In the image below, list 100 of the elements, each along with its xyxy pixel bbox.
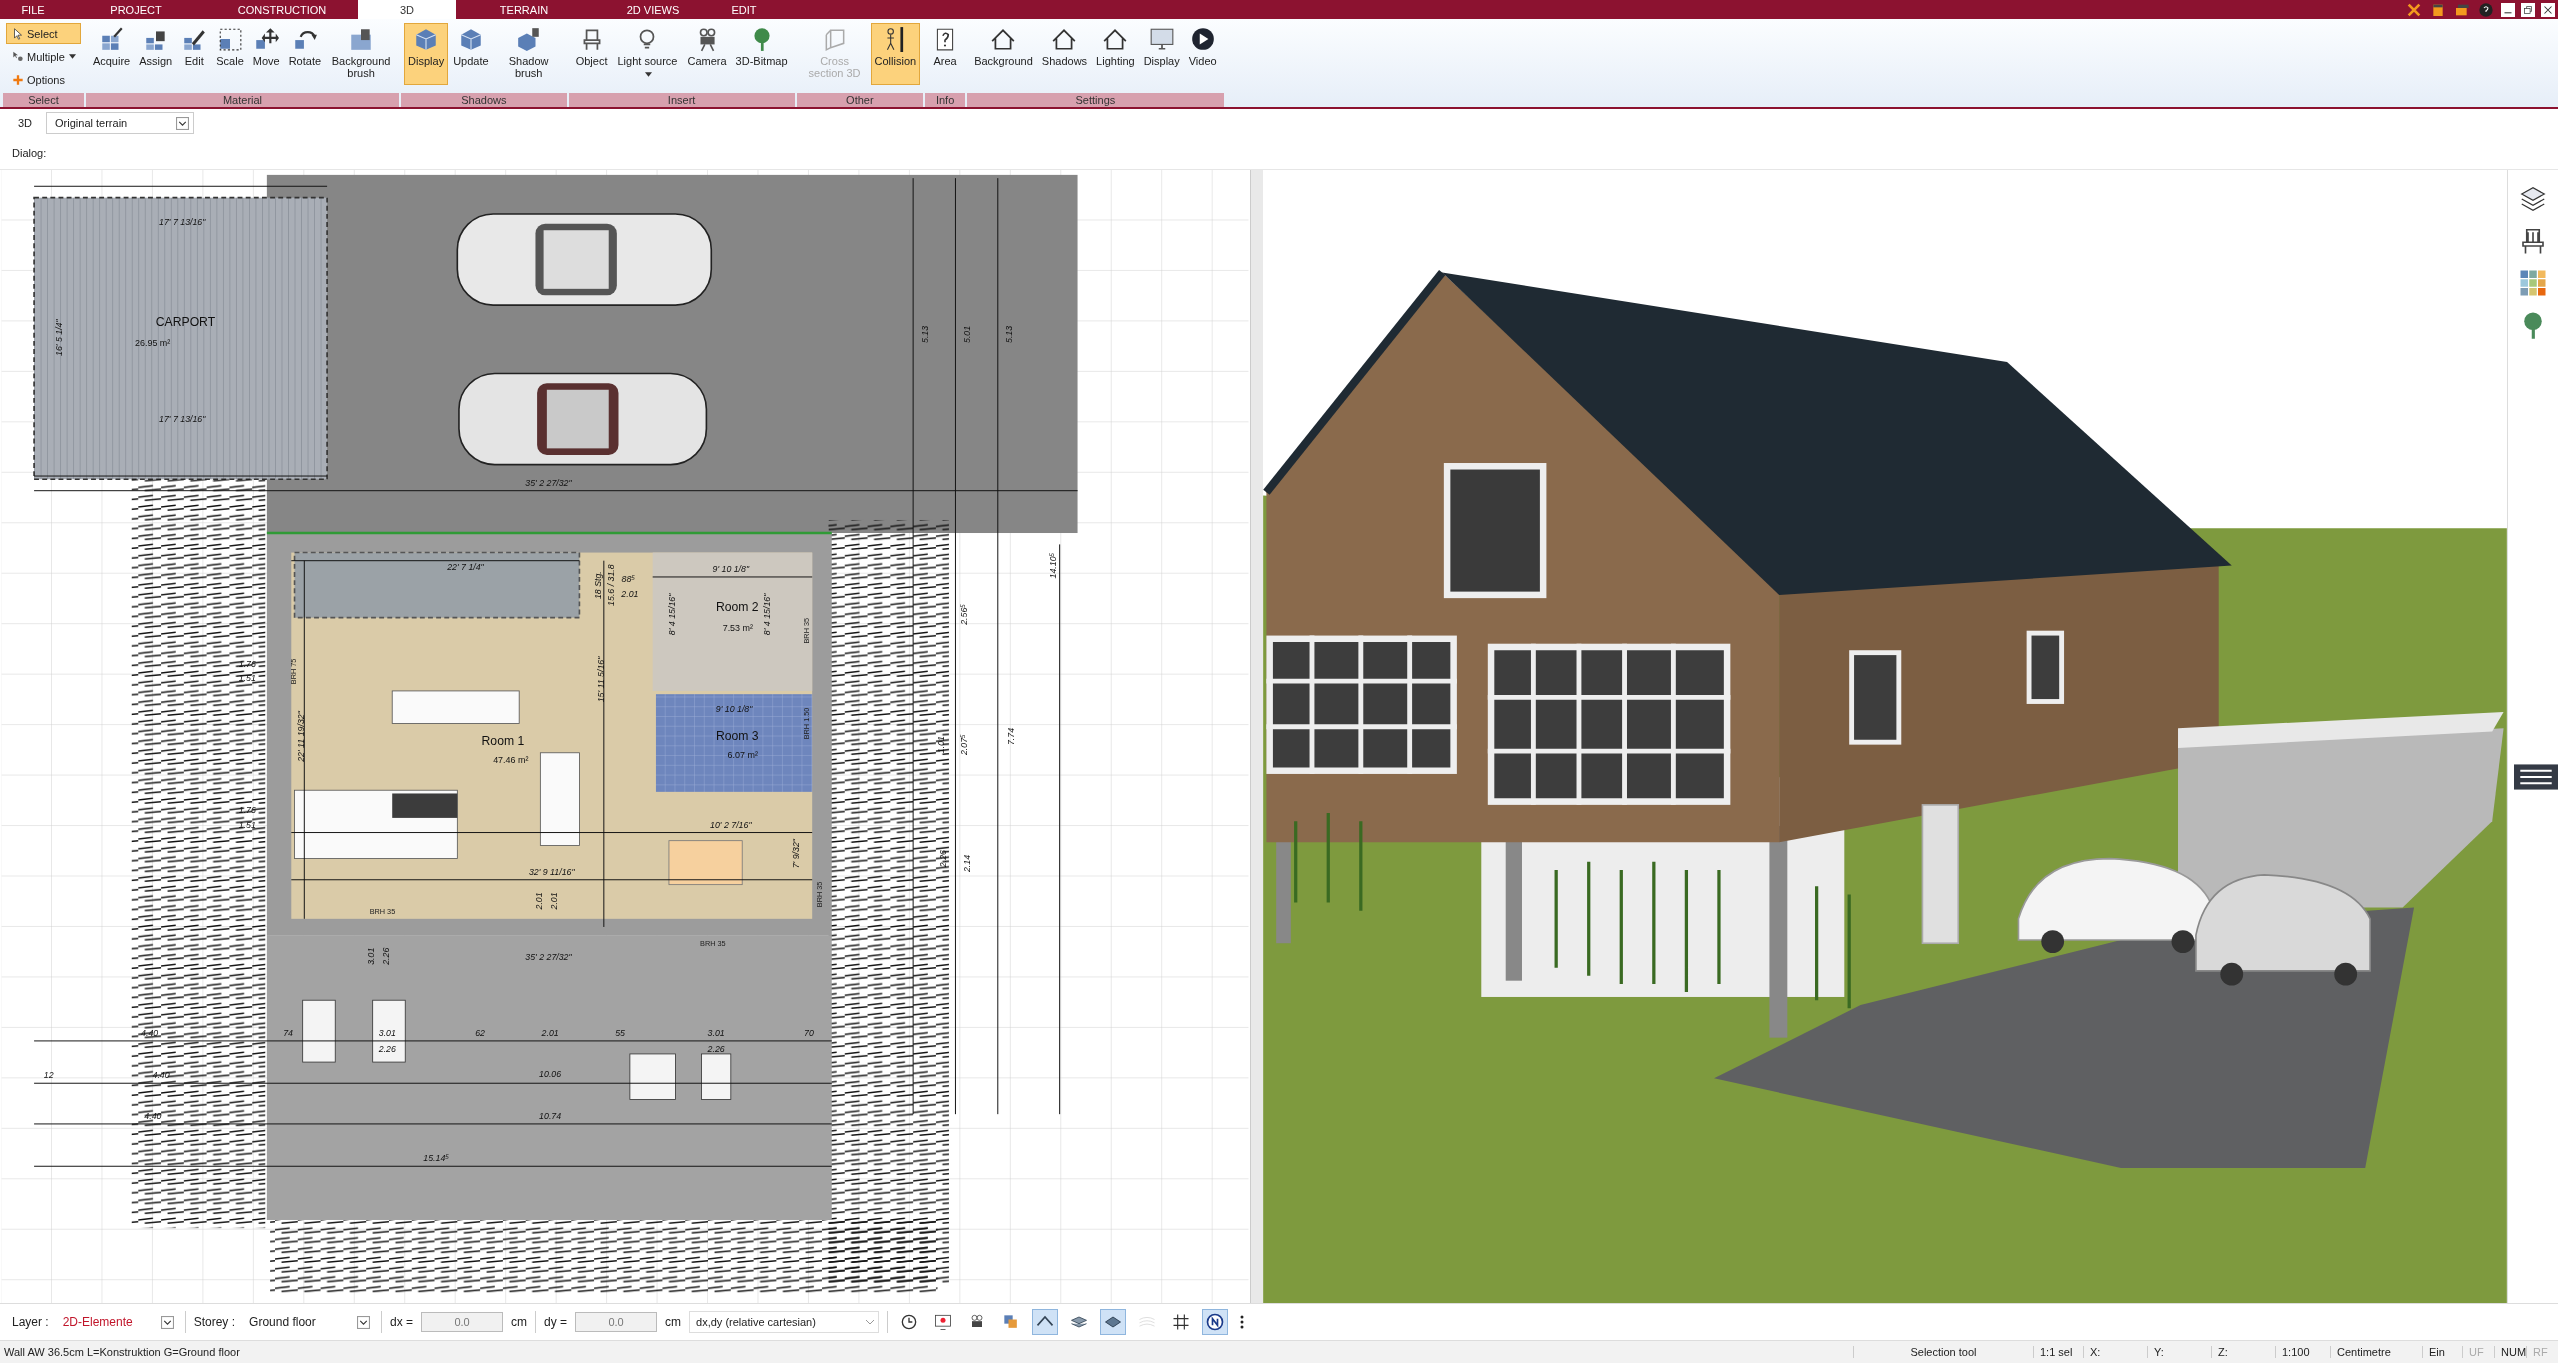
ribbon-group-label: Info	[925, 93, 966, 107]
more-icon[interactable]	[1240, 1315, 1245, 1329]
dx-field[interactable]: 0.0	[421, 1312, 504, 1332]
dy-label: dy =	[544, 1315, 568, 1329]
dimension-label: 9' 10 1/8"	[715, 704, 753, 715]
ribbon-button[interactable]: Shadows	[1037, 23, 1092, 85]
status-indicator: NUM	[2494, 1346, 2526, 1358]
arrow-cursor-icon	[11, 26, 25, 41]
dy-field[interactable]: 0.0	[575, 1312, 658, 1332]
ribbon-tab[interactable]: EDIT	[714, 0, 774, 19]
ribbon-button[interactable]: Update	[449, 23, 493, 85]
dimension-label: 2.26	[707, 1044, 725, 1055]
dimension-label: 9' 10 1/8"	[712, 564, 750, 575]
view-label: 3D	[18, 117, 33, 129]
menu-icon[interactable]	[2514, 764, 2558, 790]
dimension-label: 74	[283, 1028, 293, 1039]
monitor-icon	[1148, 26, 1175, 52]
scale-frame-icon	[217, 26, 243, 52]
ribbon-group-label: Material	[85, 93, 400, 107]
dialog-label: Dialog:	[12, 147, 47, 159]
ribbon-button[interactable]: Options	[6, 69, 81, 90]
ribbon-button[interactable]: Background brush	[326, 23, 397, 85]
coordinate-label: Y:	[2147, 1346, 2211, 1358]
tools-icon[interactable]	[2406, 1, 2422, 18]
ribbon-button[interactable]: 3D-Bitmap	[731, 23, 792, 85]
room-name: CARPORT	[155, 315, 216, 330]
dimension-label: 17' 7 13/16"	[159, 217, 206, 228]
ribbon-button[interactable]: Edit	[177, 23, 212, 85]
status-indicator: RF	[2526, 1346, 2558, 1358]
storey-label: Storey :	[193, 1315, 236, 1329]
dimension-label: 1.51	[238, 673, 256, 684]
ribbon-button[interactable]: Rotate	[284, 23, 326, 85]
status-unit: Centimetre	[2330, 1346, 2422, 1358]
ribbon-button[interactable]: Multiple	[6, 46, 81, 67]
minimize-icon[interactable]	[2501, 2, 2515, 17]
toolbar-toggle[interactable]	[1032, 1309, 1059, 1335]
ribbon-button[interactable]: Area	[928, 23, 963, 85]
ribbon-button[interactable]: Light source	[612, 23, 683, 85]
close-icon[interactable]	[2541, 2, 2555, 17]
ribbon-tab[interactable]: PROJECT	[66, 0, 206, 19]
chevron-down-icon	[160, 1315, 174, 1329]
status-mode: Ein	[2422, 1346, 2462, 1358]
caret-icon	[68, 54, 76, 59]
window-label: BRH 35	[700, 939, 726, 949]
ribbon-tab[interactable]: FILE	[0, 0, 66, 19]
ribbon-button[interactable]: Object	[571, 23, 612, 85]
coordinate-mode-dropdown[interactable]: dx,dy (relative cartesian)	[689, 1311, 880, 1333]
ribbon-button[interactable]: Assign	[135, 23, 177, 85]
dimension-label: 55	[615, 1028, 625, 1039]
toolbar-toggle[interactable]	[1100, 1309, 1127, 1335]
room-area: 47.46 m²	[493, 754, 529, 765]
dimension-label: 22' 11 19/32"	[296, 711, 307, 762]
terrain-dropdown[interactable]: Original terrain	[46, 112, 195, 134]
coordinate-label: Z:	[2211, 1346, 2275, 1358]
sun-lounger	[302, 999, 336, 1063]
ribbon-button[interactable]: Scale	[212, 23, 248, 85]
ribbon-button[interactable]: Camera	[683, 23, 731, 85]
layers-icon[interactable]	[2518, 184, 2548, 214]
help-icon[interactable]	[2478, 1, 2494, 18]
ribbon-group-label: Insert	[568, 93, 795, 107]
cursors-icon	[11, 49, 25, 64]
restore-icon[interactable]	[2521, 2, 2535, 17]
ribbon-button[interactable]: Select	[6, 23, 81, 44]
ribbon-button[interactable]: Acquire	[88, 23, 135, 85]
storey-dropdown[interactable]: Ground floor	[243, 1311, 374, 1333]
dimension-label: 2.56⁵	[958, 604, 969, 625]
dimension-label: 88⁵	[621, 573, 635, 584]
color-swatch-icon[interactable]	[2518, 268, 2548, 298]
ribbon-tab[interactable]: CONSTRUCTION	[206, 0, 358, 19]
room-name: Room 1	[481, 733, 525, 748]
ribbon-button[interactable]: Shadow brush	[493, 23, 564, 85]
ribbon-button[interactable]: Lighting	[1092, 23, 1139, 85]
ribbon-button[interactable]: Display	[404, 23, 449, 85]
stove	[392, 793, 458, 818]
ribbon-button[interactable]: Video	[1184, 23, 1221, 85]
ribbon-button[interactable]: Display	[1139, 23, 1184, 85]
dimension-label: 2.26	[380, 947, 391, 965]
dimension-label: 7.74	[1006, 727, 1017, 746]
ribbon-tab[interactable]: 2D VIEWS	[592, 0, 714, 19]
dimension-label: 2.26	[378, 1044, 396, 1055]
ribbon-button[interactable]: Background	[970, 23, 1037, 85]
ribbon-button[interactable]: Move	[248, 23, 284, 85]
chevron-down-icon	[176, 116, 190, 130]
ribbon-tab[interactable]: TERRAIN	[456, 0, 592, 19]
dimension-label: 12	[43, 1070, 54, 1081]
caret-icon	[644, 72, 652, 77]
lounge-chair	[701, 1053, 732, 1100]
layer-dropdown[interactable]: 2D-Elemente	[56, 1311, 177, 1333]
window-label: BRH 75	[289, 658, 299, 685]
toolbar-toggle[interactable]	[1202, 1309, 1229, 1335]
dimension-label: 3.01	[707, 1028, 725, 1039]
grid-icon	[1171, 1312, 1192, 1332]
move-arrows-icon	[253, 26, 280, 52]
dimension-label: 7' 9/32"	[791, 839, 802, 869]
ribbon-button[interactable]: Collision	[870, 23, 921, 85]
dimension-label: 10.74	[539, 1111, 562, 1122]
ribbon-tab[interactable]: 3D	[358, 0, 456, 19]
room-area: 26.95 m²	[135, 337, 171, 348]
layer-label: Layer :	[12, 1315, 49, 1329]
dimension-label: 2.07⁵	[958, 734, 969, 756]
